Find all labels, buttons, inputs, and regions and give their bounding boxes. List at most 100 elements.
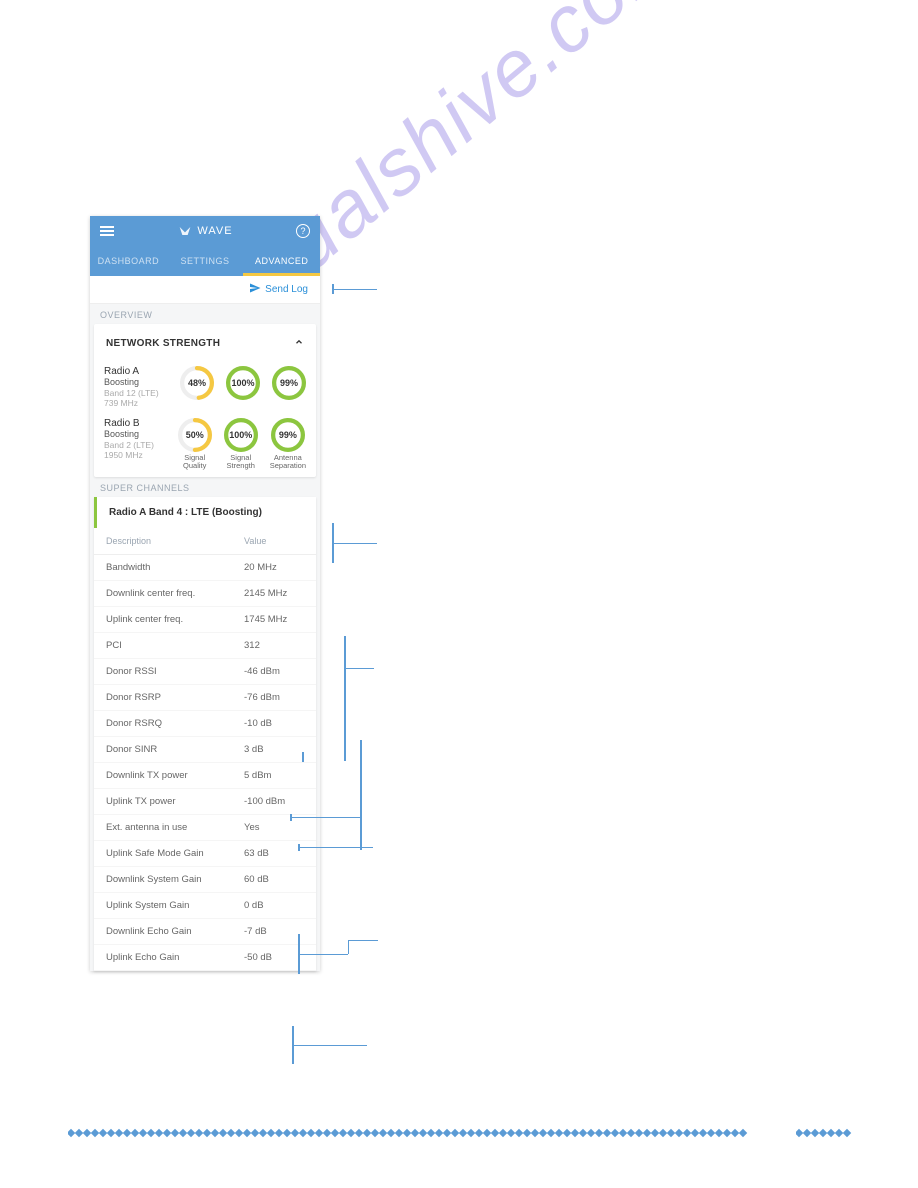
gauge-value: 100% (226, 366, 260, 400)
gauge-value: 50% (178, 418, 212, 452)
callout-line (348, 940, 349, 954)
row-value: 60 dB (244, 874, 304, 885)
send-icon[interactable] (249, 281, 261, 299)
row-value: 0 dB (244, 900, 304, 911)
row-value: -50 dB (244, 952, 304, 963)
tab-settings[interactable]: SETTINGS (167, 246, 244, 276)
radio-row: Radio BBoostingBand 2 (LTE)1950 MHz50%Si… (94, 414, 316, 477)
table-row: Downlink System Gain60 dB (94, 867, 316, 893)
radio-status: Boosting (104, 377, 172, 387)
help-icon[interactable]: ? (296, 224, 310, 238)
table-row: Uplink System Gain0 dB (94, 893, 316, 919)
table-body: Bandwidth20 MHzDownlink center freq.2145… (94, 555, 316, 971)
channel-header[interactable]: Radio A Band 4 : LTE (Boosting) (94, 497, 316, 528)
callout-tick (344, 636, 346, 761)
diamond-border (796, 1128, 852, 1138)
radio-freq: 1950 MHz (104, 450, 170, 460)
row-value: Yes (244, 822, 304, 833)
row-description: Ext. antenna in use (106, 822, 244, 833)
row-description: Donor RSSI (106, 666, 244, 677)
tab-bar: DASHBOARD SETTINGS ADVANCED (90, 246, 320, 276)
table-row: Donor RSRQ-10 dB (94, 711, 316, 737)
overview-label: OVERVIEW (90, 304, 320, 324)
row-value: 5 dBm (244, 770, 304, 781)
table-row: Donor RSRP-76 dBm (94, 685, 316, 711)
card-title: NETWORK STRENGTH (106, 338, 220, 349)
row-description: Uplink Echo Gain (106, 952, 244, 963)
gauge: 50% (178, 418, 212, 452)
channel-card: Radio A Band 4 : LTE (Boosting) Descript… (94, 497, 316, 971)
row-value: -10 dB (244, 718, 304, 729)
table-head: Description Value (94, 528, 316, 555)
app-logo-icon (177, 223, 193, 239)
table-row: Uplink Safe Mode Gain63 dB (94, 841, 316, 867)
callout-line (348, 940, 378, 941)
callout-line (332, 289, 377, 290)
card-header[interactable]: NETWORK STRENGTH (94, 324, 316, 362)
tab-dashboard[interactable]: DASHBOARD (90, 246, 167, 276)
table-row: Donor SINR3 dB (94, 737, 316, 763)
row-description: Downlink Echo Gain (106, 926, 244, 937)
radio-row: Radio ABoostingBand 12 (LTE)739 MHz 48% 10… (94, 362, 316, 414)
radio-freq: 739 MHz (104, 398, 172, 408)
row-value: -100 dBm (244, 796, 304, 807)
gauge: 99% (271, 418, 305, 452)
super-channels-label: SUPER CHANNELS (90, 477, 320, 497)
gauge-value: 99% (272, 366, 306, 400)
gauge-value: 100% (224, 418, 258, 452)
radio-name: Radio A (104, 366, 172, 377)
row-value: 3 dB (244, 744, 304, 755)
row-description: Donor RSRQ (106, 718, 244, 729)
phone-frame: WAVE ? DASHBOARD SETTINGS ADVANCED Send … (90, 216, 320, 971)
radio-status: Boosting (104, 429, 170, 439)
callout-line (332, 543, 377, 544)
tab-advanced[interactable]: ADVANCED (243, 246, 320, 276)
table-row: Uplink TX power-100 dBm (94, 789, 316, 815)
table-row: Uplink center freq.1745 MHz (94, 607, 316, 633)
row-value: -7 dB (244, 926, 304, 937)
row-description: Bandwidth (106, 562, 244, 573)
gauge-value: 48% (180, 366, 214, 400)
row-value: 1745 MHz (244, 614, 304, 625)
table-row: Ext. antenna in useYes (94, 815, 316, 841)
gauge: 48% (180, 366, 214, 400)
row-description: Uplink Safe Mode Gain (106, 848, 244, 859)
callout-line (298, 954, 348, 955)
table-row: Uplink Echo Gain-50 dB (94, 945, 316, 971)
chevron-up-icon[interactable] (294, 334, 304, 352)
row-description: Downlink center freq. (106, 588, 244, 599)
callout-line (344, 668, 374, 669)
callout-line (298, 847, 373, 848)
send-log-button[interactable]: Send Log (265, 284, 308, 295)
row-description: Uplink center freq. (106, 614, 244, 625)
gauge: 99% (272, 366, 306, 400)
app-header: WAVE ? (90, 216, 320, 246)
col-value: Value (244, 536, 304, 546)
callout-tick (302, 752, 304, 762)
gauge-value: 99% (271, 418, 305, 452)
table-row: Downlink center freq.2145 MHz (94, 581, 316, 607)
radio-band: Band 12 (LTE) (104, 388, 172, 398)
callout-line (292, 1045, 367, 1046)
row-value: 20 MHz (244, 562, 304, 573)
callout-line (290, 817, 360, 818)
row-description: Donor SINR (106, 744, 244, 755)
send-log-bar: Send Log (90, 276, 320, 304)
callout-tick (360, 740, 362, 850)
diamond-border (68, 1128, 748, 1138)
network-strength-card: NETWORK STRENGTH Radio ABoostingBand 12 … (94, 324, 316, 477)
radio-name: Radio B (104, 418, 170, 429)
row-description: Uplink System Gain (106, 900, 244, 911)
row-value: -76 dBm (244, 692, 304, 703)
table-row: Downlink Echo Gain-7 dB (94, 919, 316, 945)
table-row: Donor RSSI-46 dBm (94, 659, 316, 685)
row-value: 63 dB (244, 848, 304, 859)
gauge: 100% (224, 418, 258, 452)
table-row: Downlink TX power5 dBm (94, 763, 316, 789)
row-value: 2145 MHz (244, 588, 304, 599)
table-row: Bandwidth20 MHz (94, 555, 316, 581)
radio-band: Band 2 (LTE) (104, 440, 170, 450)
gauge: 100% (226, 366, 260, 400)
menu-icon[interactable] (100, 226, 114, 236)
col-description: Description (106, 536, 244, 546)
